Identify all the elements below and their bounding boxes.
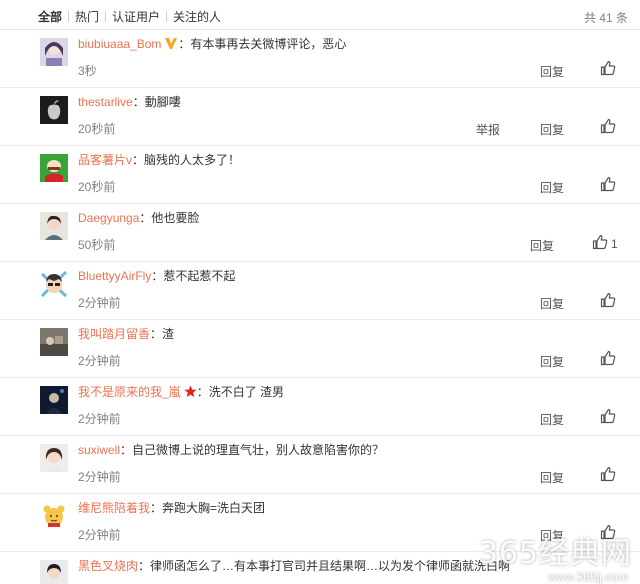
- avatar[interactable]: [40, 38, 68, 66]
- site-watermark-url: www.365jj.com: [547, 570, 628, 584]
- avatar[interactable]: [40, 328, 68, 356]
- comment-username[interactable]: suxiwell: [78, 443, 120, 457]
- tab-following[interactable]: 关注的人: [167, 8, 227, 25]
- reply-button[interactable]: 回复: [540, 353, 564, 370]
- avatar[interactable]: [40, 560, 68, 584]
- reply-button[interactable]: 回复: [540, 411, 564, 428]
- comment-username[interactable]: 我不是原来的我_嵐: [78, 385, 181, 399]
- comment-item: suxiwell：自己微博上说的理直气壮，别人故意陷害你的？ 2分钟前 回复: [0, 436, 640, 494]
- reply-button[interactable]: 回复: [540, 179, 564, 196]
- comment-filter-bar: 全部 热门 认证用户 关注的人 共 41 条: [0, 0, 640, 30]
- reply-button[interactable]: 回复: [530, 237, 554, 254]
- comment-total-count: 共 41 条: [583, 11, 628, 25]
- like-thumb-icon[interactable]: [592, 234, 608, 250]
- comment-text: 有本事再去关微博评论，恶心: [190, 37, 347, 51]
- tab-all[interactable]: 全部: [32, 8, 68, 25]
- avatar[interactable]: [40, 270, 68, 298]
- avatar[interactable]: [40, 444, 68, 472]
- reply-button[interactable]: 回复: [540, 469, 564, 486]
- comment-time: 2分钟前: [78, 528, 121, 542]
- like-thumb-icon[interactable]: [600, 350, 616, 366]
- like-thumb-icon[interactable]: [600, 408, 616, 424]
- comment-item: 品客薯片v：脑残的人太多了！ 20秒前 回复: [0, 146, 640, 204]
- comment-time: 3秒: [78, 64, 97, 78]
- comment-text: 自己微博上说的理直气壮，别人故意陷害你的？: [132, 443, 385, 457]
- comment-username[interactable]: 我叫踏月留香: [78, 327, 150, 341]
- comment-time: 50秒前: [78, 238, 116, 252]
- like-thumb-icon[interactable]: [600, 292, 616, 308]
- avatar[interactable]: [40, 96, 68, 124]
- reply-button[interactable]: 回复: [540, 63, 564, 80]
- comment-item: thestarlive：動腳嘍 20秒前 举报 回复: [0, 88, 640, 146]
- comment-text: 渣: [162, 327, 175, 341]
- avatar[interactable]: [40, 502, 68, 530]
- comment-username[interactable]: 维尼熊陪着我: [78, 501, 150, 515]
- like-thumb-icon[interactable]: [600, 176, 616, 192]
- comment-time: 2分钟前: [78, 412, 121, 426]
- avatar[interactable]: [40, 154, 68, 182]
- comment-item: Daegyunga：他也要脸 50秒前 回复 1: [0, 204, 640, 262]
- comment-time: 2分钟前: [78, 354, 121, 368]
- vip-v-icon: [164, 37, 178, 54]
- like-count: 1: [611, 237, 618, 251]
- site-watermark: 365经典网: [478, 536, 632, 571]
- comment-username[interactable]: thestarlive: [78, 95, 133, 109]
- comment-time: 20秒前: [78, 122, 116, 136]
- reply-button[interactable]: 回复: [540, 295, 564, 312]
- comment-text: 他也要脸: [151, 211, 200, 225]
- comment-time: 2分钟前: [78, 296, 121, 310]
- reply-button[interactable]: 回复: [540, 121, 564, 138]
- comment-text: 洗不白了 渣男: [208, 385, 285, 399]
- report-button[interactable]: 举报: [476, 121, 500, 138]
- comment-text: 奔跑大胸=洗白天团: [162, 501, 266, 515]
- comment-text: 動腳嘍: [144, 95, 181, 109]
- star-icon: [184, 385, 197, 402]
- comment-username[interactable]: Daegyunga: [78, 211, 139, 225]
- comment-username[interactable]: 黑色叉烧肉: [78, 559, 138, 573]
- tab-verified[interactable]: 认证用户: [106, 8, 166, 25]
- comment-time: 20秒前: [78, 180, 116, 194]
- comment-username[interactable]: BluettyyAirFly: [78, 269, 151, 283]
- comment-username[interactable]: biubiuaaa_Bom: [78, 37, 161, 51]
- tab-hot[interactable]: 热门: [69, 8, 105, 25]
- like-thumb-icon[interactable]: [600, 60, 616, 76]
- comment-time: 2分钟前: [78, 470, 121, 484]
- comment-text: 脑残的人太多了！: [144, 153, 241, 167]
- comment-item: biubiuaaa_Bom ：有本事再去关微博评论，恶心 3秒 回复: [0, 30, 640, 88]
- comment-item: BluettyyAirFly：惹不起惹不起 2分钟前 回复: [0, 262, 640, 320]
- comment-username[interactable]: 品客薯片v: [78, 153, 132, 167]
- like-thumb-icon[interactable]: [600, 466, 616, 482]
- like-thumb-icon[interactable]: [600, 118, 616, 134]
- comment-text: 惹不起惹不起: [163, 269, 236, 283]
- comment-item: 我不是原来的我_嵐 ：洗不白了 渣男 2分钟前 回复: [0, 378, 640, 436]
- avatar[interactable]: [40, 386, 68, 414]
- avatar[interactable]: [40, 212, 68, 240]
- filter-tabs: 全部 热门 认证用户 关注的人: [32, 8, 227, 25]
- comment-text: 律师函怎么了…有本事打官司并且结果啊…以为发个律师函就洗白啊: [150, 559, 511, 573]
- comment-item: 我叫踏月留香：渣 2分钟前 回复: [0, 320, 640, 378]
